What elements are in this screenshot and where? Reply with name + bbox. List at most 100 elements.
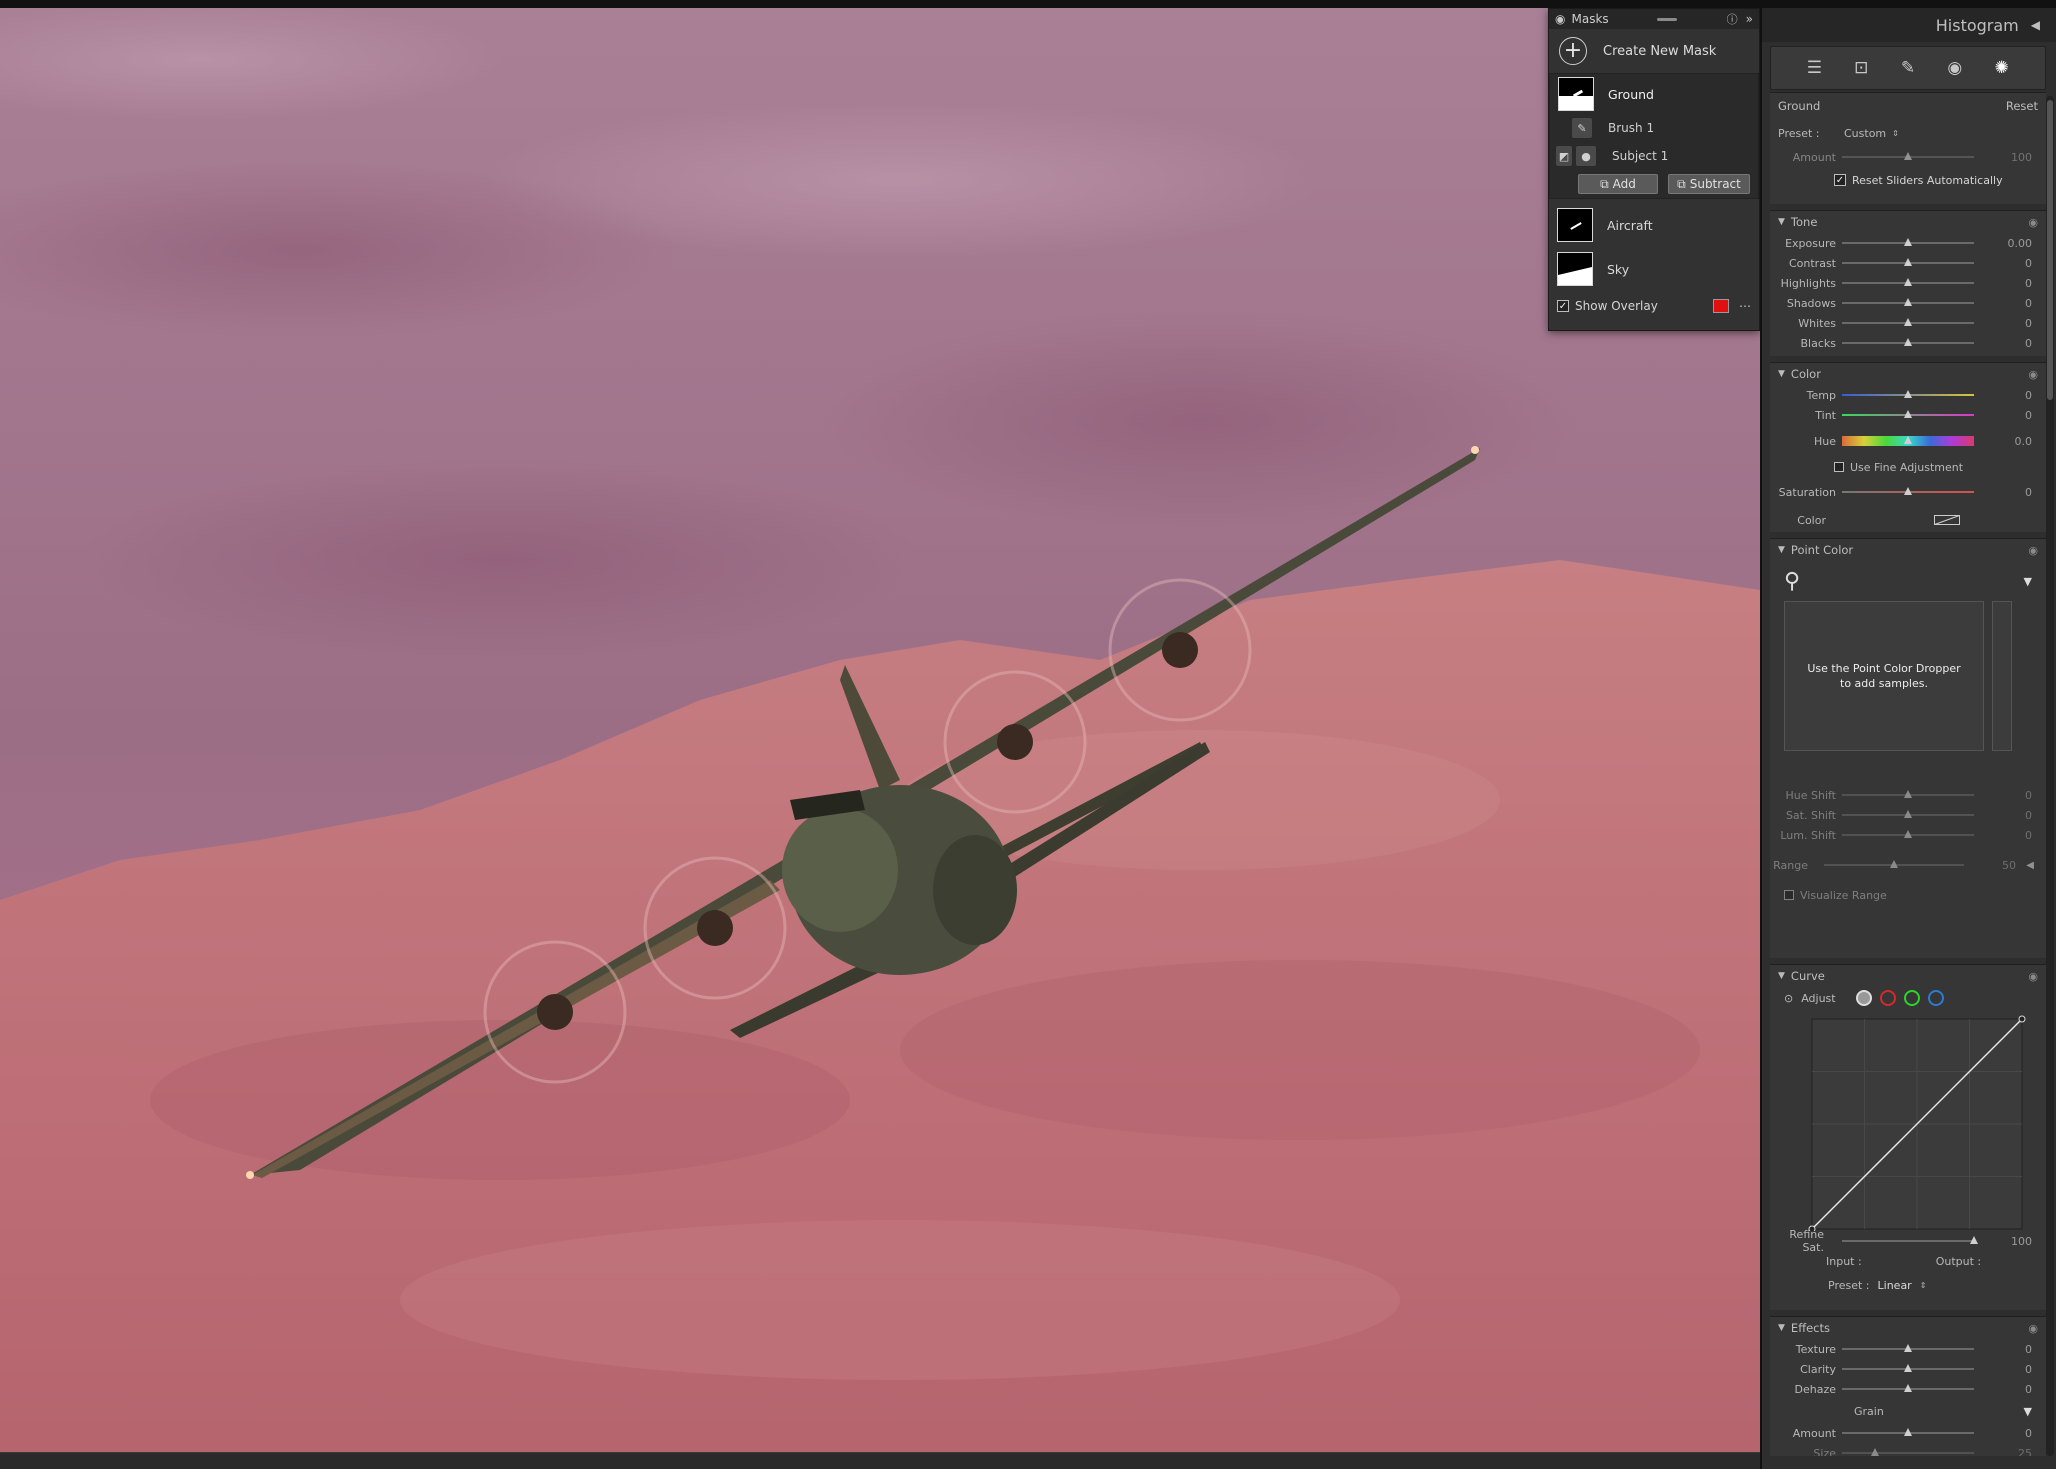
fine-adjust-checkbox[interactable] bbox=[1834, 462, 1844, 472]
slider-knob[interactable] bbox=[1904, 830, 1912, 838]
slider-value[interactable]: 0 bbox=[2025, 1383, 2032, 1396]
eye-icon[interactable]: ◉ bbox=[2028, 970, 2038, 983]
slider-track[interactable] bbox=[1842, 318, 1974, 326]
show-overlay-checkbox[interactable]: ✓ bbox=[1557, 300, 1569, 312]
point-sat-shift-slider[interactable]: Sat. Shift 0 bbox=[1770, 805, 2046, 825]
effects-texture-slider[interactable]: Texture 0 bbox=[1770, 1339, 2046, 1359]
mask-group-ground[interactable]: Ground ✎ Brush 1 ◩ ● Subject 1 ⧉ Add ⧉ S… bbox=[1549, 73, 1759, 199]
slider-track[interactable] bbox=[1842, 298, 1974, 306]
tint-slider[interactable]: Tint 0 bbox=[1770, 405, 2046, 425]
slider-knob[interactable] bbox=[1904, 487, 1912, 495]
photo-viewport[interactable]: ◉ Masks ⓘ » + Create New Mask Ground ✎ B… bbox=[0, 0, 1760, 1469]
blue-channel-icon[interactable] bbox=[1927, 990, 1944, 1006]
slider-knob[interactable] bbox=[1904, 338, 1912, 346]
slider-value[interactable]: 0 bbox=[2025, 1343, 2032, 1356]
slider-value[interactable]: 0 bbox=[2025, 389, 2032, 402]
point-hue-shift-slider[interactable]: Hue Shift 0 bbox=[1770, 785, 2046, 805]
grain-triangle-icon[interactable]: ▼ bbox=[2024, 1405, 2032, 1418]
effects-clarity-slider[interactable]: Clarity 0 bbox=[1770, 1359, 2046, 1379]
tone-contrast-slider[interactable]: Contrast 0 bbox=[1770, 253, 2046, 273]
slider-knob[interactable] bbox=[1890, 860, 1898, 868]
red-eye-icon[interactable]: ◉ bbox=[1944, 57, 1966, 79]
slider-track[interactable] bbox=[1842, 436, 1974, 446]
slider-value[interactable]: 25 bbox=[2018, 1447, 2032, 1457]
create-new-mask-button[interactable]: + Create New Mask bbox=[1549, 29, 1759, 73]
curve-preset-dropdown[interactable]: Linear bbox=[1878, 1279, 1912, 1292]
masks-panel-header[interactable]: ◉ Masks ⓘ » bbox=[1549, 9, 1759, 29]
slider-value[interactable]: 0 bbox=[2025, 257, 2032, 270]
collapse-panel-icon[interactable]: » bbox=[1746, 12, 1753, 26]
more-options-icon[interactable]: ⋯ bbox=[1739, 299, 1751, 313]
eye-icon[interactable]: ◉ bbox=[2028, 544, 2038, 557]
range-triangle-icon[interactable]: ◀ bbox=[2026, 860, 2034, 871]
slider-knob[interactable] bbox=[1904, 810, 1912, 818]
slider-knob[interactable] bbox=[1904, 1384, 1912, 1392]
slider-track[interactable] bbox=[1842, 1428, 1974, 1436]
edit-sliders-icon[interactable]: ☰ bbox=[1803, 57, 1825, 79]
green-channel-icon[interactable] bbox=[1903, 990, 1920, 1006]
subtract-button[interactable]: ⧉ Subtract bbox=[1668, 174, 1750, 194]
slider-value[interactable]: 0 bbox=[2025, 409, 2032, 422]
slider-value[interactable]: 100 bbox=[2011, 151, 2032, 164]
slider-knob[interactable] bbox=[1904, 390, 1912, 398]
histogram-header[interactable]: Histogram ◀ bbox=[1762, 8, 2056, 42]
slider-track[interactable] bbox=[1842, 152, 1974, 160]
eye-icon[interactable]: ◉ bbox=[2028, 368, 2038, 381]
slider-value[interactable]: 0 bbox=[2025, 486, 2032, 499]
slider-track[interactable] bbox=[1842, 830, 1974, 838]
reset-button[interactable]: Reset bbox=[2006, 99, 2038, 113]
mask-item-aircraft[interactable]: Aircraft bbox=[1549, 203, 1759, 247]
saturation-slider[interactable]: Saturation 0 bbox=[1770, 477, 2046, 507]
rgb-channel-icon[interactable] bbox=[1855, 990, 1872, 1006]
disclosure-triangle-icon[interactable]: ▼ bbox=[1778, 1323, 1785, 1333]
range-slider[interactable]: Range 50 ◀ bbox=[1770, 855, 2046, 875]
effects-header[interactable]: ▼ Effects ◉ bbox=[1770, 1317, 2046, 1339]
grain-size-slider[interactable]: Size 25 bbox=[1770, 1443, 2046, 1456]
tone-exposure-slider[interactable]: Exposure 0.00 bbox=[1770, 233, 2046, 253]
slider-value[interactable]: 0 bbox=[2025, 789, 2032, 802]
slider-value[interactable]: 0 bbox=[2025, 277, 2032, 290]
slider-knob[interactable] bbox=[1904, 1344, 1912, 1352]
point-lum-shift-slider[interactable]: Lum. Shift 0 bbox=[1770, 825, 2046, 845]
slider-track[interactable] bbox=[1842, 338, 1974, 346]
component-subject-1[interactable]: ◩ ● Subject 1 bbox=[1550, 142, 1758, 170]
collapse-triangle-icon[interactable]: ◀ bbox=[2031, 18, 2040, 32]
masks-panel[interactable]: ◉ Masks ⓘ » + Create New Mask Ground ✎ B… bbox=[1548, 8, 1760, 331]
grain-amount-slider[interactable]: Amount 0 bbox=[1770, 1423, 2046, 1443]
crop-icon[interactable]: ⊡ bbox=[1850, 57, 1872, 79]
help-icon[interactable]: ⓘ bbox=[1727, 11, 1738, 27]
overlay-color-swatch[interactable] bbox=[1713, 299, 1729, 313]
disclosure-triangle-icon[interactable]: ▼ bbox=[1778, 369, 1785, 379]
temp-slider[interactable]: Temp 0 bbox=[1770, 385, 2046, 405]
slider-knob[interactable] bbox=[1904, 410, 1912, 418]
slider-value[interactable]: 50 bbox=[2002, 859, 2016, 872]
slider-track[interactable] bbox=[1842, 390, 1974, 398]
expand-triangle-icon[interactable]: ▼ bbox=[2024, 575, 2032, 588]
target-adjust-icon[interactable]: ⊙ bbox=[1784, 992, 1793, 1005]
amount-slider[interactable]: Amount 100 bbox=[1770, 147, 2046, 167]
slider-knob[interactable] bbox=[1904, 298, 1912, 306]
tone-curve-graph[interactable] bbox=[1770, 1009, 2046, 1231]
slider-knob[interactable] bbox=[1904, 436, 1912, 444]
slider-knob[interactable] bbox=[1904, 278, 1912, 286]
panel-scrollbar[interactable] bbox=[2046, 96, 2054, 1456]
mask-item-ground[interactable]: Ground bbox=[1550, 74, 1758, 114]
tone-shadows-slider[interactable]: Shadows 0 bbox=[1770, 293, 2046, 313]
disclosure-triangle-icon[interactable]: ▼ bbox=[1778, 971, 1785, 981]
healing-icon[interactable]: ✎ bbox=[1897, 57, 1919, 79]
eye-icon[interactable]: ◉ bbox=[1555, 12, 1565, 26]
mask-item-sky[interactable]: Sky bbox=[1549, 247, 1759, 291]
slider-knob[interactable] bbox=[1904, 1364, 1912, 1372]
eyedropper-icon[interactable]: ⚲ bbox=[1784, 569, 1800, 594]
slider-knob[interactable] bbox=[1904, 152, 1912, 160]
slider-value[interactable]: 0 bbox=[2025, 297, 2032, 310]
slider-knob[interactable] bbox=[1904, 318, 1912, 326]
slider-track[interactable] bbox=[1842, 238, 1974, 246]
slider-value[interactable]: 0 bbox=[2025, 337, 2032, 350]
slider-knob[interactable] bbox=[1904, 1428, 1912, 1436]
slider-track[interactable] bbox=[1842, 278, 1974, 286]
disclosure-triangle-icon[interactable]: ▼ bbox=[1778, 217, 1785, 227]
slider-value[interactable]: 0 bbox=[2025, 809, 2032, 822]
tone-blacks-slider[interactable]: Blacks 0 bbox=[1770, 333, 2046, 353]
slider-track[interactable] bbox=[1824, 860, 1964, 868]
